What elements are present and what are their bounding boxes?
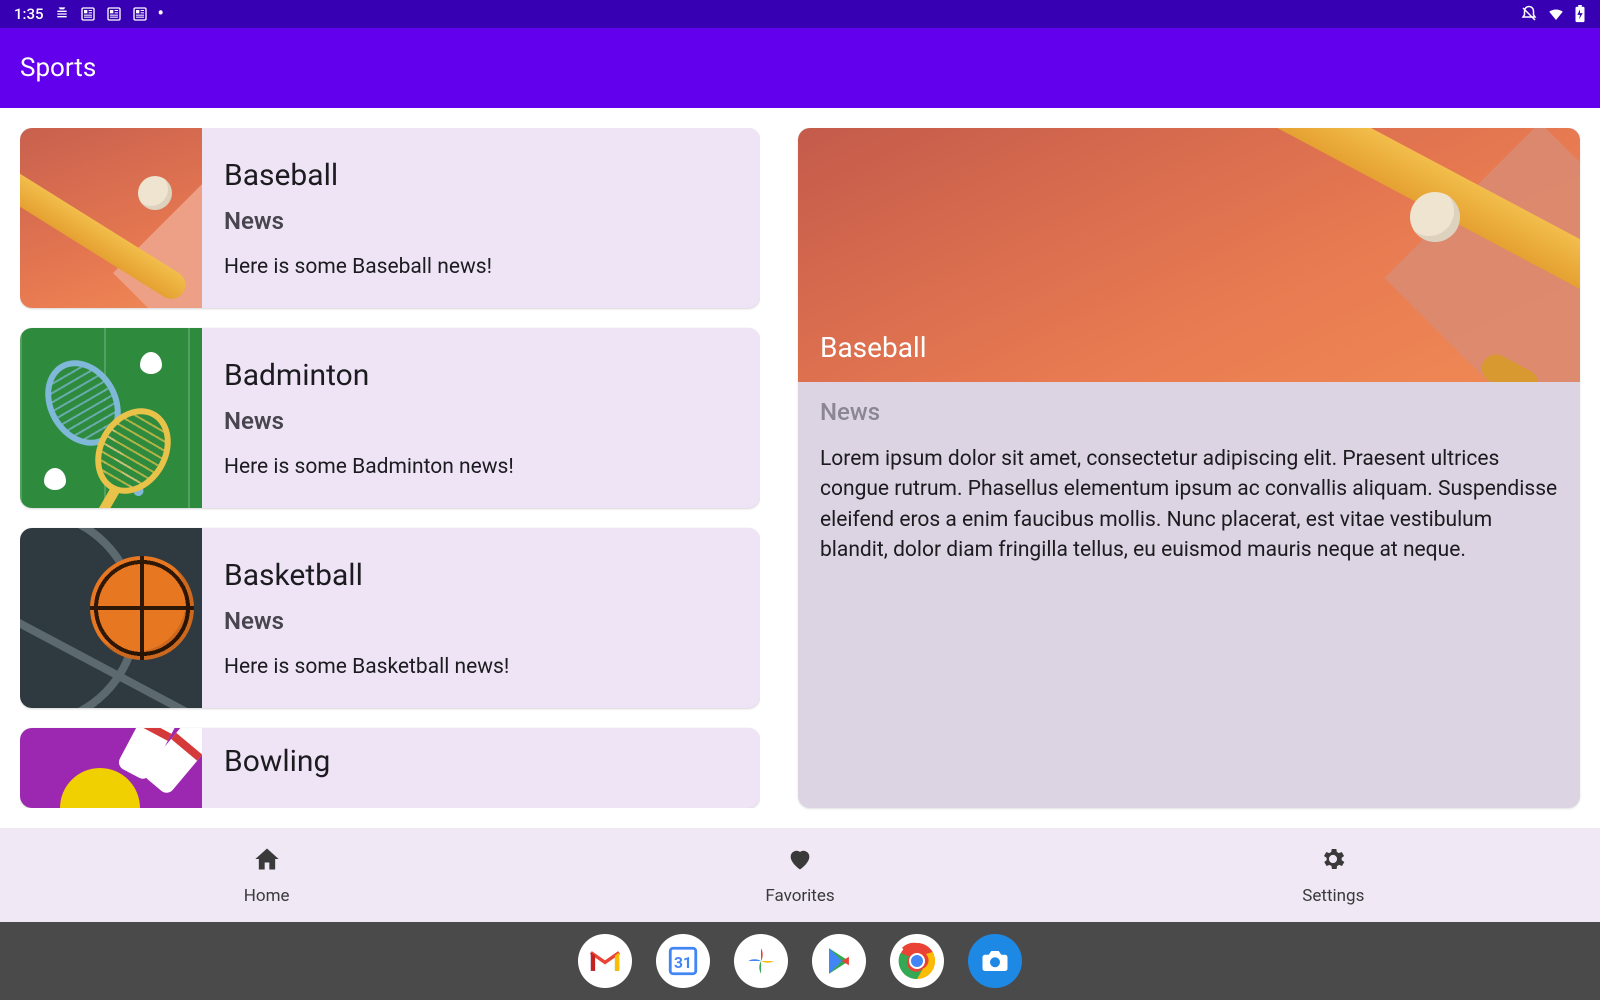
nav-settings[interactable]: Settings bbox=[1067, 828, 1600, 922]
content-area: Baseball News Here is some Baseball news… bbox=[0, 108, 1600, 828]
detail-subtitle: News bbox=[820, 398, 1558, 426]
baseball-thumbnail bbox=[20, 128, 202, 308]
app-title: Sports bbox=[20, 53, 96, 83]
calendar-app-icon[interactable]: 31 bbox=[656, 934, 710, 988]
detail-panel: Baseball News Lorem ipsum dolor sit amet… bbox=[798, 128, 1580, 808]
card-subtitle: News bbox=[224, 207, 492, 235]
svg-text:31: 31 bbox=[674, 954, 692, 972]
gmail-app-icon[interactable] bbox=[578, 934, 632, 988]
card-title: Badminton bbox=[224, 358, 514, 393]
nav-favorites[interactable]: Favorites bbox=[533, 828, 1066, 922]
list-item[interactable]: Bowling bbox=[20, 728, 760, 808]
basketball-thumbnail bbox=[20, 528, 202, 708]
list-item[interactable]: Basketball News Here is some Basketball … bbox=[20, 528, 760, 708]
app-bar: Sports bbox=[0, 28, 1600, 108]
sport-list[interactable]: Baseball News Here is some Baseball news… bbox=[20, 128, 760, 808]
card-title: Baseball bbox=[224, 158, 492, 193]
card-title: Bowling bbox=[224, 744, 330, 779]
heart-icon bbox=[786, 845, 814, 878]
detail-hero: Baseball bbox=[798, 128, 1580, 382]
battery-icon bbox=[1574, 5, 1586, 23]
debug-icon bbox=[54, 6, 70, 22]
bowling-thumbnail bbox=[20, 728, 202, 808]
bottom-navigation: Home Favorites Settings bbox=[0, 828, 1600, 922]
card-snippet: Here is some Basketball news! bbox=[224, 655, 509, 679]
android-status-bar: 1:35 • bbox=[0, 0, 1600, 28]
gear-icon bbox=[1319, 845, 1347, 878]
camera-app-icon[interactable] bbox=[968, 934, 1022, 988]
nav-label: Favorites bbox=[765, 886, 834, 906]
nav-label: Settings bbox=[1302, 886, 1364, 906]
wifi-icon bbox=[1546, 5, 1566, 23]
nav-label: Home bbox=[244, 886, 290, 906]
detail-title: Baseball bbox=[820, 331, 927, 364]
news-icon bbox=[132, 6, 148, 22]
list-item[interactable]: Baseball News Here is some Baseball news… bbox=[20, 128, 760, 308]
news-icon bbox=[106, 6, 122, 22]
status-time: 1:35 bbox=[14, 5, 44, 23]
card-subtitle: News bbox=[224, 607, 509, 635]
card-subtitle: News bbox=[224, 407, 514, 435]
photos-app-icon[interactable] bbox=[734, 934, 788, 988]
detail-body-text: Lorem ipsum dolor sit amet, consectetur … bbox=[820, 444, 1558, 566]
mute-icon bbox=[1520, 5, 1538, 23]
system-dock: 31 bbox=[0, 922, 1600, 1000]
card-title: Basketball bbox=[224, 558, 509, 593]
list-item[interactable]: Badminton News Here is some Badminton ne… bbox=[20, 328, 760, 508]
card-snippet: Here is some Baseball news! bbox=[224, 255, 492, 279]
play-store-app-icon[interactable] bbox=[812, 934, 866, 988]
home-icon bbox=[253, 845, 281, 878]
nav-home[interactable]: Home bbox=[0, 828, 533, 922]
news-icon bbox=[80, 6, 96, 22]
card-snippet: Here is some Badminton news! bbox=[224, 455, 514, 479]
badminton-thumbnail bbox=[20, 328, 202, 508]
chrome-app-icon[interactable] bbox=[890, 934, 944, 988]
